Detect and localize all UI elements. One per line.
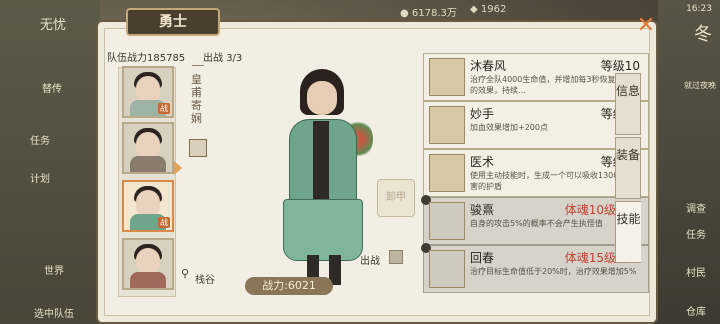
left-menu-5[interactable]: 选中队伍 — [34, 305, 74, 320]
hero-panel: 队伍战力185785 出战 3/3 战 战 皇甫寄娴 ⚲ 栈谷 战力:6021 … — [96, 8, 658, 324]
figure-face — [307, 81, 337, 115]
left-menu-1[interactable]: 替传 — [42, 80, 62, 95]
hero-portrait-3-selected[interactable]: 战 — [122, 180, 174, 232]
gold-amount: ● 6178.3万 — [400, 8, 457, 19]
skill-list: 沐春风 等级10 治疗全队4000生命值，并增加每3秒恢复生命值的效果，持续… … — [421, 53, 649, 311]
team-power-value: 185785 — [147, 53, 186, 64]
location-pin-icon: ⚲ — [181, 267, 190, 280]
tab-equipment[interactable]: 装备 — [615, 137, 641, 199]
figure-sash — [313, 121, 329, 201]
right-menu-1[interactable]: 就过夜晚 — [684, 80, 716, 91]
season-label: 冬 — [694, 24, 712, 45]
left-menu-0[interactable]: 无忧 — [40, 14, 66, 33]
left-menu-4[interactable]: 世界 — [44, 262, 64, 277]
deploy-count: 出战 3/3 — [203, 49, 242, 64]
right-menu-5[interactable]: 仓库 — [686, 303, 706, 318]
selection-arrow-icon — [174, 161, 182, 175]
skill-name: 医术 — [470, 155, 495, 169]
skill-icon — [429, 58, 465, 96]
left-menu-2[interactable]: 任务 — [30, 132, 50, 147]
name-divider — [192, 65, 204, 66]
skill-icon — [429, 154, 465, 192]
unequip-button[interactable]: 卸甲 — [377, 179, 415, 217]
left-menu-3[interactable]: 计划 — [30, 170, 50, 185]
hero-portrait-2[interactable] — [122, 122, 174, 174]
figure-skirt — [283, 199, 363, 261]
deploy-label: 出战 — [203, 53, 223, 64]
skill-name: 骏熹 — [470, 203, 495, 217]
gem-amount: ◆ 1962 — [470, 4, 507, 15]
skill-name: 妙手 — [470, 107, 495, 121]
deploy-badge: 战 — [158, 217, 170, 228]
close-icon[interactable]: ✕ — [634, 14, 658, 38]
team-power: 队伍战力185785 — [107, 49, 185, 64]
left-menu: 无忧 替传 任务 计划 世界 选中队伍 — [0, 0, 100, 324]
hero-portrait-1[interactable]: 战 — [122, 66, 174, 118]
right-menu-3[interactable]: 任务 — [686, 226, 706, 241]
deploy-value: 3/3 — [226, 53, 243, 64]
right-menu: 冬 16:23 就过夜晚 调查 任务 村民 仓库 — [658, 0, 720, 324]
skill-name: 沐春风 — [470, 59, 507, 73]
hero-list[interactable]: 战 战 — [118, 66, 176, 297]
skill-level: 等级10 — [600, 59, 640, 73]
tab-info[interactable]: 信息 — [615, 73, 641, 135]
clock: 16:23 — [686, 4, 712, 14]
power-value: 6021 — [287, 279, 316, 292]
skill-icon — [429, 106, 465, 144]
panel-inner: 队伍战力185785 出战 3/3 战 战 皇甫寄娴 ⚲ 栈谷 战力:6021 … — [104, 28, 650, 316]
tab-skills[interactable]: 技能 — [615, 201, 641, 263]
right-menu-4[interactable]: 村民 — [686, 264, 706, 279]
location-name: 栈谷 — [195, 275, 215, 286]
skill-name: 回春 — [470, 251, 495, 265]
hero-portrait-4[interactable] — [122, 238, 174, 290]
hero-power: 战力:6021 — [245, 277, 333, 295]
hero-body — [130, 272, 166, 288]
deploy-badge: 战 — [158, 103, 170, 114]
right-menu-2[interactable]: 调查 — [686, 200, 706, 215]
battle-checkbox[interactable] — [389, 250, 403, 264]
battle-label: 出战 — [360, 256, 380, 267]
hero-name: 皇甫寄娴 — [191, 73, 203, 125]
skill-icon — [429, 202, 465, 240]
hero-body — [130, 156, 166, 172]
power-label: 战力: — [262, 279, 288, 292]
class-icon[interactable] — [189, 139, 207, 157]
team-power-label: 队伍战力 — [107, 53, 147, 64]
skill-icon — [429, 250, 465, 288]
page-title: 勇士 — [126, 8, 220, 36]
skill-desc: 治疗目标生命值低于20%时，治疗效果增加5% — [470, 267, 637, 276]
